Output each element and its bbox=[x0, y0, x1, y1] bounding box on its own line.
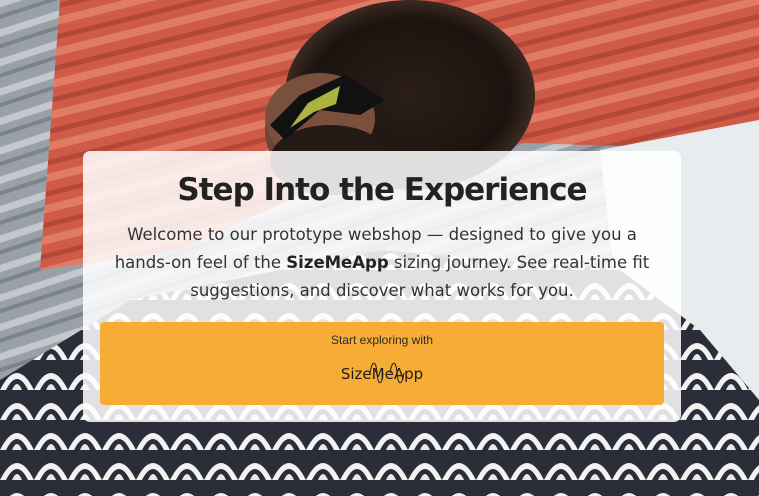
intro-text: Welcome to our prototype webshop — desig… bbox=[101, 221, 663, 305]
hero-section: Step Into the Experience Welcome to our … bbox=[0, 0, 759, 496]
start-exploring-button[interactable]: Start exploring with Size Me App bbox=[100, 322, 664, 405]
logo-wave-icon bbox=[369, 362, 405, 384]
page-title: Step Into the Experience bbox=[177, 172, 587, 208]
start-exploring-label: Start exploring with bbox=[330, 333, 434, 347]
welcome-card: Step Into the Experience Welcome to our … bbox=[83, 151, 681, 422]
sizemeapp-logo: Size Me App bbox=[100, 358, 664, 390]
logo-text-me: Me bbox=[369, 362, 405, 384]
intro-brand-name: SizeMeApp bbox=[286, 253, 389, 272]
